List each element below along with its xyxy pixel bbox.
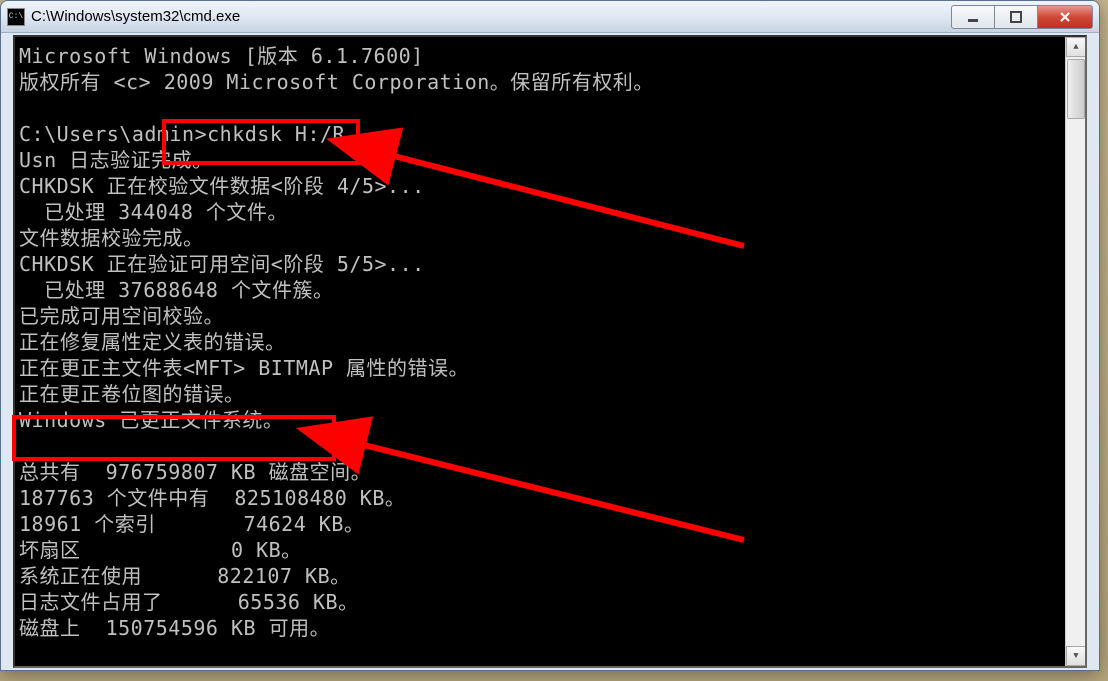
maximize-button[interactable] (994, 5, 1038, 29)
vertical-scrollbar[interactable]: ▲ ▼ (1065, 37, 1085, 666)
cmd-icon: C:\ (7, 8, 25, 26)
cmd-window: C:\ C:\Windows\system32\cmd.exe Microsof… (0, 0, 1100, 671)
scroll-down-button[interactable]: ▼ (1066, 646, 1086, 666)
window-controls (952, 5, 1093, 29)
console-output: Microsoft Windows [版本 6.1.7600] 版权所有 <c>… (15, 37, 1085, 647)
minimize-button[interactable] (951, 5, 995, 29)
titlebar[interactable]: C:\ C:\Windows\system32\cmd.exe (1, 1, 1099, 33)
scroll-up-button[interactable]: ▲ (1066, 37, 1086, 57)
scroll-thumb[interactable] (1067, 59, 1085, 119)
close-button[interactable] (1037, 5, 1093, 29)
console-area[interactable]: Microsoft Windows [版本 6.1.7600] 版权所有 <c>… (13, 35, 1087, 668)
window-title: C:\Windows\system32\cmd.exe (31, 8, 952, 25)
